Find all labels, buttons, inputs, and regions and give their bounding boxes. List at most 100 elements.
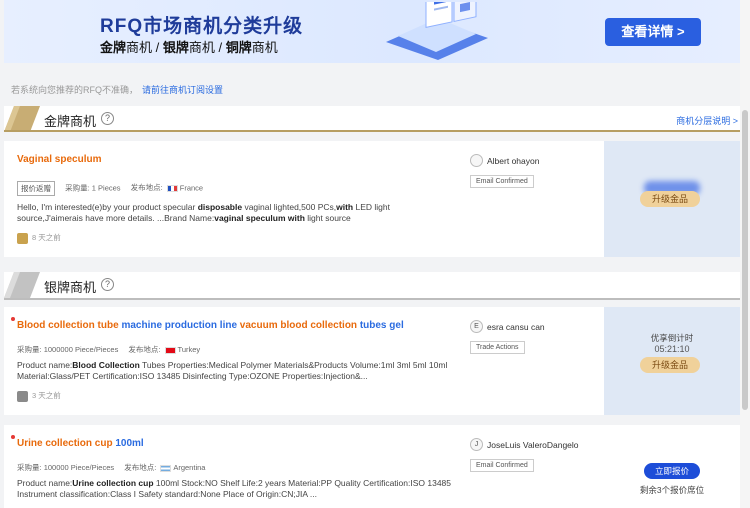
qty-value: 1 Pieces [91, 183, 121, 193]
desc-part: light source [304, 213, 351, 223]
qty-label: 采购量: [17, 345, 42, 354]
hint-text: 若系统向您推荐的RFQ不准确， [11, 85, 138, 95]
rfq-title-part: machine production line [118, 320, 240, 331]
rfq-card-2[interactable]: Blood collection tube machine production… [4, 307, 740, 415]
buyer-status-tag: Email Confirmed [470, 459, 534, 472]
tier-explanation-link[interactable]: 商机分层说明 > [676, 114, 738, 127]
rfq-title-part: Urine collection cup [17, 438, 113, 449]
rfq-title-part: Blood collection tube [17, 320, 119, 331]
dest-label: 发布地点: [128, 345, 161, 354]
rfq-title[interactable]: Urine collection cup 100ml [17, 438, 144, 449]
buyer-info: Albert ohayon Email Confirmed [470, 154, 600, 188]
desc-part: Product name: [17, 360, 73, 370]
buyer-name[interactable]: esra cansu can [487, 322, 545, 332]
desc-part: with [336, 202, 354, 212]
turkey-flag-icon [164, 346, 176, 354]
gold-badge-icon [4, 106, 40, 132]
clock-icon [17, 232, 28, 244]
rfq-title-part: Vaginal speculum [17, 154, 102, 165]
gold-section-title: 金牌商机 [44, 114, 97, 129]
buyer-status-tag: Trade Actions [470, 341, 525, 354]
upgrade-gold-button[interactable]: 升级金品 [640, 357, 700, 373]
rfq-meta: 采购量: 1000000 Piece/Pieces 发布地点: Turkey [17, 344, 200, 355]
banner-sub-gold: 金牌 [100, 40, 127, 55]
post-time: 8 天之前 [17, 232, 61, 244]
banner-sub-bronze: 铜牌 [225, 40, 252, 55]
rfq-card-main: Blood collection tube machine production… [4, 307, 460, 415]
desc-part: Product name: [17, 478, 73, 488]
silver-section-header: 银牌商机 ? [4, 272, 740, 298]
banner-sub-sep1: 商机 / [126, 40, 163, 55]
silver-badge-icon [4, 272, 40, 298]
rfq-description: Product name:Blood Collection Tubes Prop… [17, 360, 453, 382]
rfq-card-1[interactable]: Vaginal speculum 报价返赠 采购量: 1 Pieces 发布地点… [4, 141, 740, 257]
silver-section-title: 银牌商机 [44, 280, 97, 295]
banner-subtitle: 金牌商机 / 银牌商机 / 铜牌商机 [100, 37, 278, 56]
rebate-tag: 报价返赠 [17, 181, 55, 196]
country: France [179, 183, 204, 193]
view-details-button[interactable]: 查看详情 > [605, 18, 701, 46]
promo-banner[interactable]: RFQ市场商机分类升级 金牌商机 / 银牌商机 / 铜牌商机 查看详情 > [4, 0, 740, 63]
rfq-card-main: Vaginal speculum 报价返赠 采购量: 1 Pieces 发布地点… [4, 141, 460, 257]
gold-section-header: 金牌商机 ? 商机分层说明 > [4, 106, 740, 132]
qty-value: 100000 Piece/Pieces [43, 463, 115, 472]
rfq-title[interactable]: Vaginal speculum [17, 154, 101, 165]
buyer-avatar [470, 154, 483, 167]
country: Argentina [173, 463, 206, 472]
time-text: 3 天之前 [32, 391, 61, 400]
buyer-name[interactable]: Albert ohayon [487, 156, 539, 166]
qty-value: 1000000 Piece/Pieces [43, 345, 119, 354]
countdown-timer: 05:21:10 [654, 344, 690, 354]
argentina-flag-icon [160, 464, 172, 472]
rfq-description: Hello, I'm interested(e)by your product … [17, 202, 453, 224]
buyer-avatar: E [470, 320, 483, 333]
help-icon[interactable]: ? [101, 278, 114, 291]
countdown-label: 优享倒计时 [650, 333, 694, 343]
rfq-title-part: vacuum blood collection [239, 320, 358, 331]
silver-divider [4, 298, 740, 300]
rfq-meta: 采购量: 100000 Piece/Pieces 发布地点: Argentina [17, 462, 205, 473]
desc-part: disposable [197, 202, 243, 212]
buyer-status-tag: Email Confirmed [470, 175, 534, 188]
recommendation-hint: 若系统向您推荐的RFQ不准确， 请前往商机订阅设置 [11, 83, 223, 96]
buyer-name[interactable]: JoseLuis ValeroDangelo [487, 440, 579, 450]
scrollbar-thumb[interactable] [742, 110, 748, 410]
rfq-title-part: 100ml [112, 438, 144, 449]
rfq-meta: 报价返赠 采购量: 1 Pieces 发布地点: France [17, 181, 203, 196]
desc-part: Urine collection cup [72, 478, 154, 488]
buyer-info: J JoseLuis ValeroDangelo Email Confirmed [470, 438, 600, 472]
rfq-card-3[interactable]: Urine collection cup 100ml 采购量: 100000 P… [4, 425, 740, 508]
dest-label: 发布地点: [124, 463, 157, 472]
time-text: 8 天之前 [32, 233, 61, 242]
france-flag-icon [166, 185, 178, 192]
banner-sub-sep2: 商机 / [188, 40, 226, 55]
rfq-page: RFQ市场商机分类升级 金牌商机 / 银牌商机 / 铜牌商机 查看详情 > 若系… [0, 0, 750, 508]
buyer-avatar: J [470, 438, 483, 451]
banner-sub-silver: 银牌 [162, 40, 189, 55]
help-icon[interactable]: ? [101, 112, 114, 125]
dest-label: 发布地点: [130, 183, 163, 193]
banner-sub-tail: 商机 [251, 40, 278, 55]
quote-now-button[interactable]: 立即报价 [644, 463, 700, 479]
banner-illustration [386, 2, 488, 60]
subscription-settings-link[interactable]: 请前往商机订阅设置 [142, 85, 223, 95]
banner-title: RFQ市场商机分类升级 [100, 16, 304, 37]
card-side-panel: 立即报价 剩余3个报价席位 [604, 425, 740, 508]
card-side-panel: 优享倒计时 05:21:10 升级金品 [604, 307, 740, 415]
qty-label: 采购量: [65, 183, 90, 193]
desc-part: Hello, I'm interested(e)by your product … [17, 202, 198, 212]
buyer-info: Eesra cansu can Trade Actions [470, 320, 600, 354]
desc-part: vaginal lighted,500 PCs, [242, 202, 337, 212]
country: Turkey [177, 345, 201, 354]
remaining-slots: 剩余3个报价席位 [639, 485, 705, 495]
gold-divider [4, 130, 740, 132]
desc-part: Blood Collection [72, 360, 140, 370]
qty-label: 采购量: [17, 463, 42, 472]
post-time: 3 天之前 [17, 390, 61, 402]
upgrade-gold-button[interactable]: 升级金品 [640, 191, 700, 207]
card-side-panel: 升级金品 [604, 141, 740, 257]
desc-part: vaginal speculum with [214, 213, 305, 223]
rfq-title[interactable]: Blood collection tube machine production… [17, 320, 404, 331]
clock-icon [17, 390, 28, 402]
rfq-description: Product name:Urine collection cup 100ml … [17, 478, 453, 500]
